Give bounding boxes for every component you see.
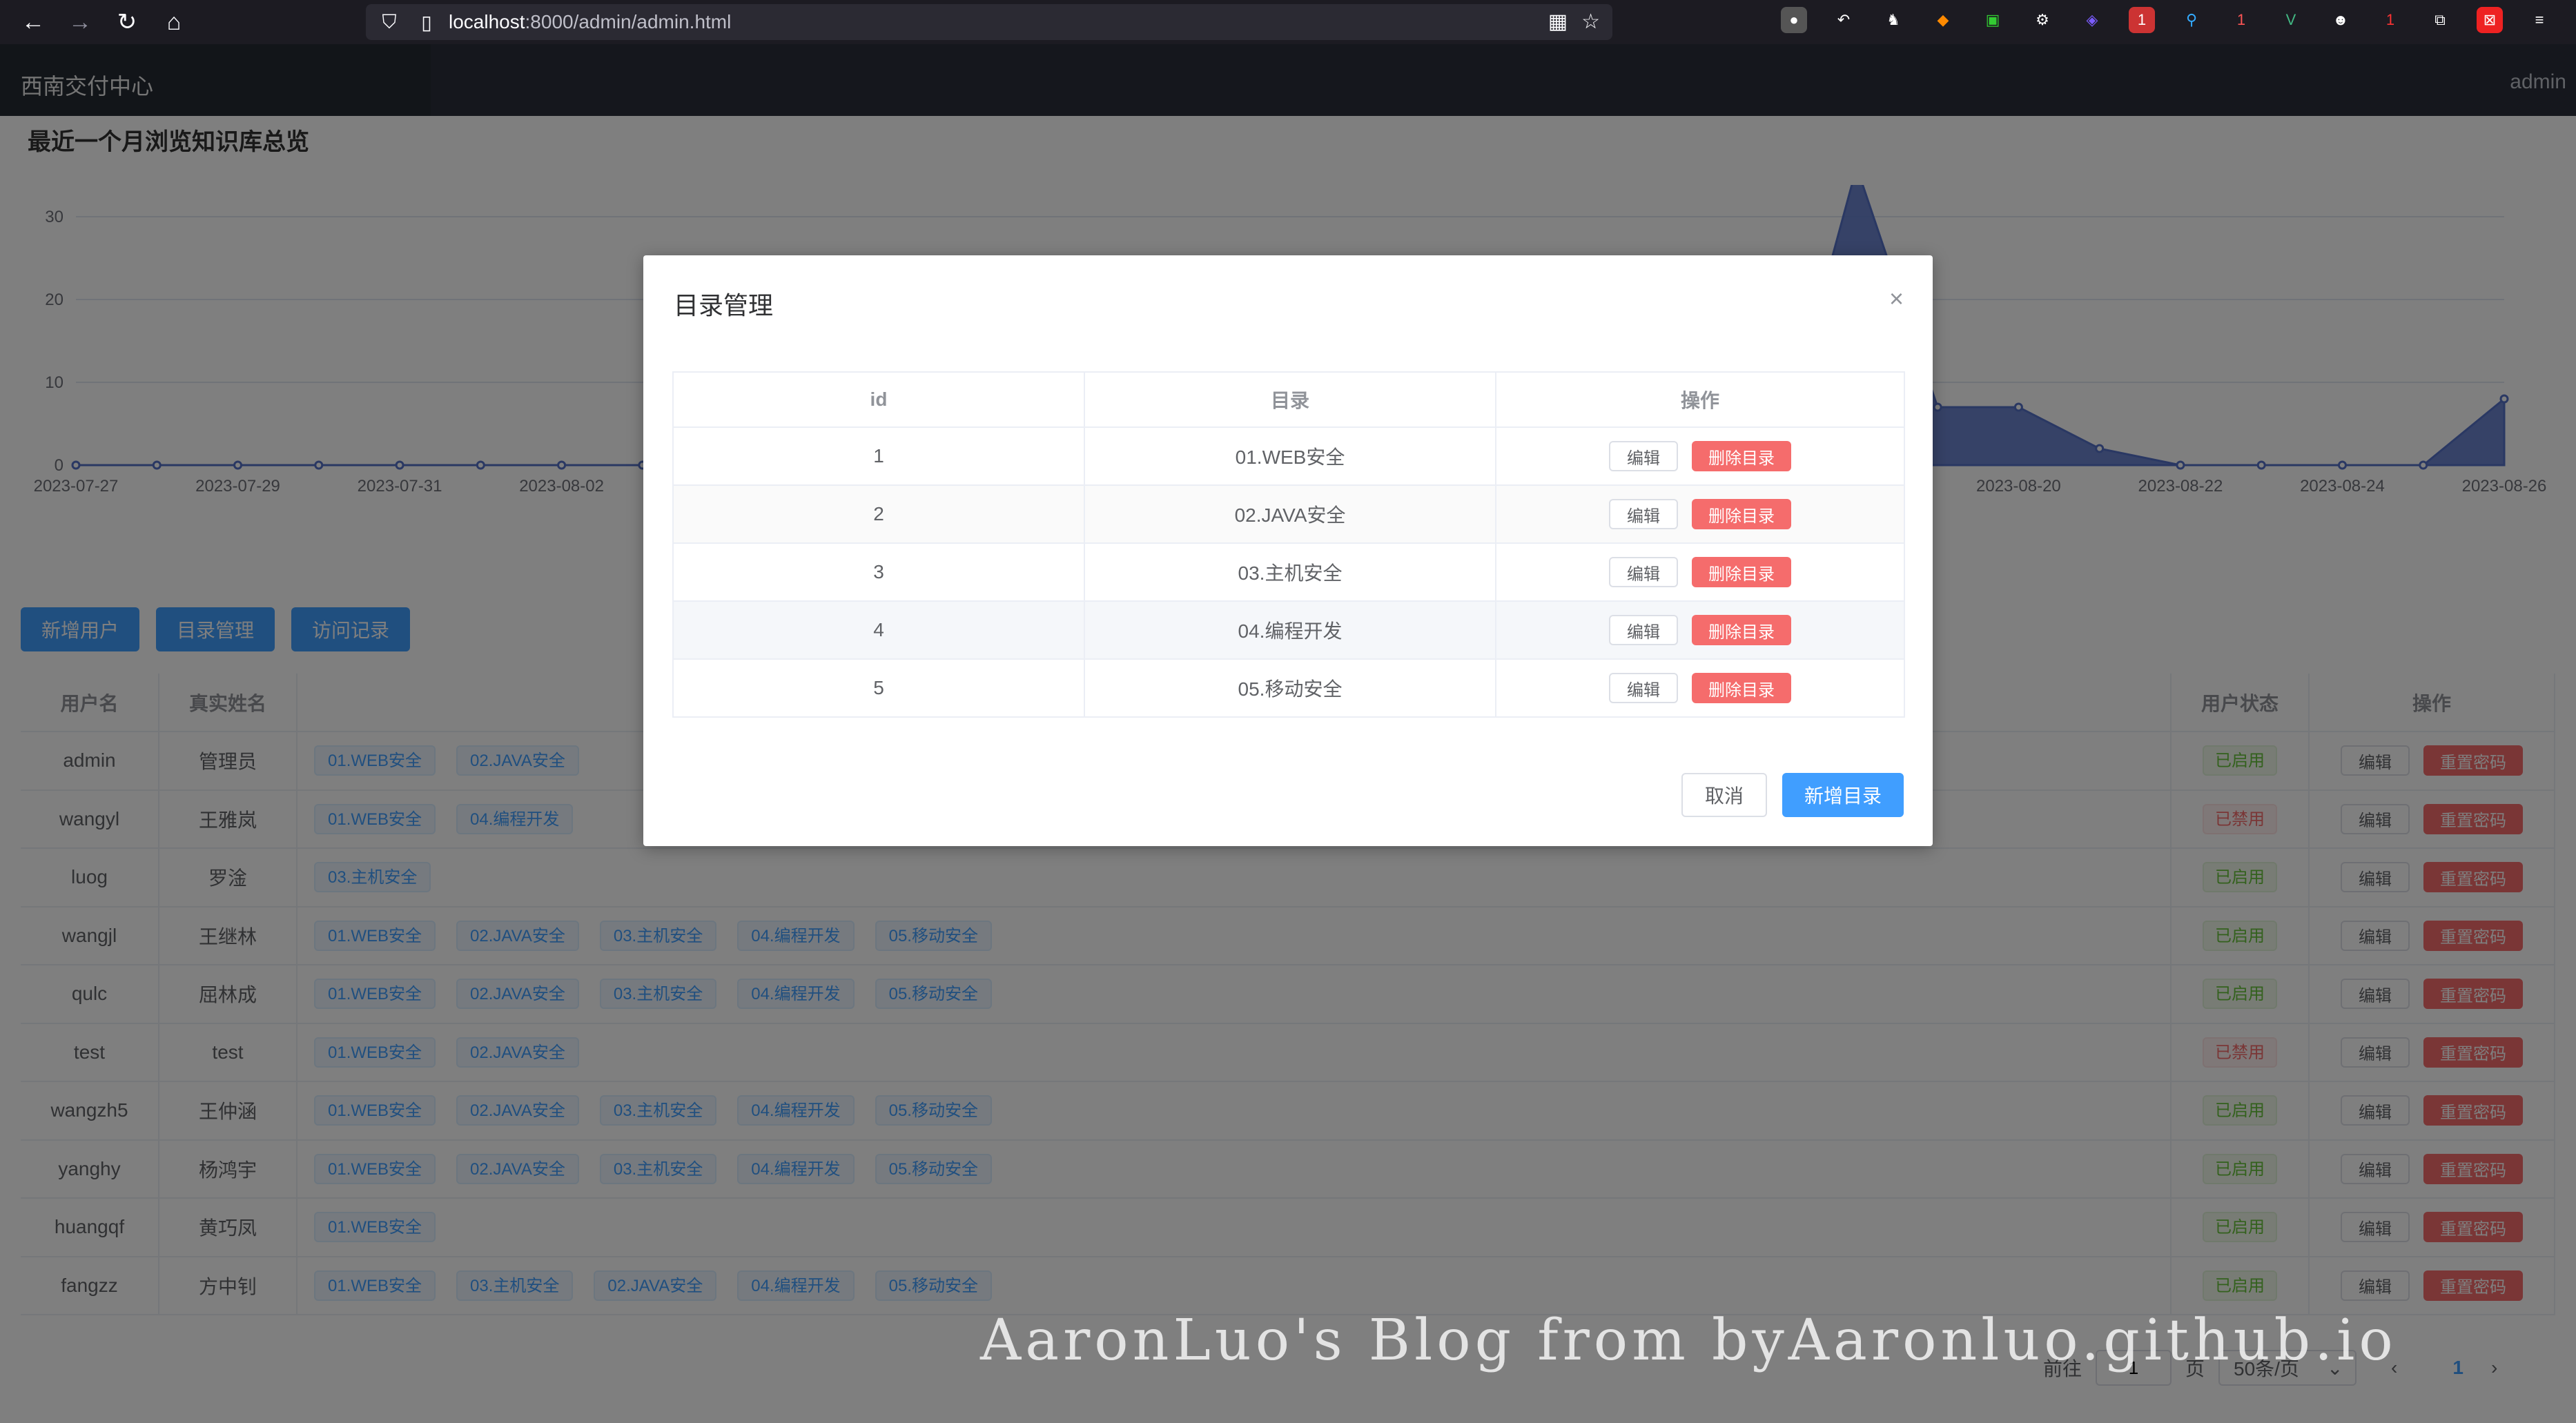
browser-toolbar: ← → ↻ ⌂ ⛉ ▯ localhost:8000/admin/admin.h… (0, 0, 2576, 44)
cell-dir-ops: 编辑 删除目录 (1495, 484, 1905, 544)
add-dir-button[interactable]: 新增目录 (1782, 773, 1904, 817)
extension-figure-icon[interactable]: ♞ (1880, 7, 1906, 33)
cell-dir-ops: 编辑 删除目录 (1495, 426, 1905, 486)
extension-vue-icon[interactable]: V (2278, 7, 2304, 33)
edit-dir-button[interactable]: 编辑 (1609, 557, 1678, 587)
cell-dir-id: 1 (672, 426, 1085, 486)
shield-icon[interactable]: ⛉ (375, 11, 403, 34)
close-icon[interactable]: × (1889, 284, 1904, 313)
edit-dir-button[interactable]: 编辑 (1609, 615, 1678, 645)
header-dir-ops: 操作 (1495, 371, 1905, 428)
dialog-title: 目录管理 (674, 291, 774, 320)
cell-dir-name: 05.移动安全 (1084, 658, 1496, 718)
edit-dir-button[interactable]: 编辑 (1609, 673, 1678, 703)
forward-arrow-icon[interactable]: → (66, 8, 94, 36)
extension-fox-icon[interactable]: ◆ (1930, 7, 1956, 33)
extension-badge-icon[interactable]: 1 (2377, 7, 2403, 33)
cell-dir-ops: 编辑 删除目录 (1495, 542, 1905, 602)
address-bar[interactable]: ⛉ ▯ localhost:8000/admin/admin.html ▦ ☆ (366, 4, 1612, 40)
cell-dir-name: 04.编程开发 (1084, 600, 1496, 660)
extension-pin-icon[interactable]: ⚲ (2178, 7, 2205, 33)
extension-a-icon[interactable]: ● (1781, 7, 1807, 33)
cancel-button[interactable]: 取消 (1681, 773, 1767, 817)
cell-dir-name: 03.主机安全 (1084, 542, 1496, 602)
bookmark-star-icon[interactable]: ☆ (1581, 10, 1600, 34)
dir-row: 5 05.移动安全 编辑 删除目录 (672, 658, 1905, 718)
extension-dot-icon[interactable]: 1 (2228, 7, 2254, 33)
page-icon[interactable]: ▯ (413, 11, 440, 34)
delete-dir-button[interactable]: 删除目录 (1692, 673, 1791, 703)
cell-dir-id: 4 (672, 600, 1085, 660)
header-id: id (672, 371, 1085, 428)
dir-row: 2 02.JAVA安全 编辑 删除目录 (672, 484, 1905, 544)
delete-dir-button[interactable]: 删除目录 (1692, 557, 1791, 587)
extension-face-icon[interactable]: ☻ (2328, 7, 2354, 33)
cell-dir-id: 5 (672, 658, 1085, 718)
url-path: :8000/admin/admin.html (525, 11, 732, 32)
extension-layers-icon[interactable]: ◈ (2079, 7, 2105, 33)
cell-dir-id: 3 (672, 542, 1085, 602)
header-dir: 目录 (1084, 371, 1496, 428)
extension-gear-icon[interactable]: ⚙ (2029, 7, 2056, 33)
watermark: AaronLuo's Blog from byAaronluo.github.i… (980, 1308, 2397, 1373)
qr-code-icon[interactable]: ▦ (1548, 10, 1568, 34)
cell-dir-name: 02.JAVA安全 (1084, 484, 1496, 544)
cell-dir-ops: 编辑 删除目录 (1495, 658, 1905, 718)
reload-icon[interactable]: ↻ (113, 8, 141, 36)
dir-row: 4 04.编程开发 编辑 删除目录 (672, 600, 1905, 660)
extension-lock-icon[interactable]: ⊠ (2477, 7, 2503, 33)
dir-manage-dialog: 目录管理 × id 目录 操作 1 01.WEB安全 编辑 删除目录 2 02.JAVA安… (643, 255, 1933, 846)
cell-dir-id: 2 (672, 484, 1085, 544)
back-arrow-icon[interactable]: ← (19, 8, 47, 36)
extensions-puzzle-icon[interactable]: ⧉ (2427, 7, 2453, 33)
menu-hamburger-icon[interactable]: ≡ (2526, 7, 2553, 33)
cell-dir-ops: 编辑 删除目录 (1495, 600, 1905, 660)
delete-dir-button[interactable]: 删除目录 (1692, 441, 1791, 471)
extensions-toolbar: ● ↶ ♞ ◆ ▣ ⚙ ◈ 1 ⚲ 1 V ☻ 1 ⧉ ⊠ ≡ (1781, 7, 2553, 33)
cell-dir-name: 01.WEB安全 (1084, 426, 1496, 486)
edit-dir-button[interactable]: 编辑 (1609, 499, 1678, 529)
extension-undo-icon[interactable]: ↶ (1831, 7, 1857, 33)
delete-dir-button[interactable]: 删除目录 (1692, 499, 1791, 529)
extension-red-icon[interactable]: 1 (2129, 7, 2155, 33)
edit-dir-button[interactable]: 编辑 (1609, 441, 1678, 471)
url-host: localhost (449, 11, 525, 32)
delete-dir-button[interactable]: 删除目录 (1692, 615, 1791, 645)
dir-row: 1 01.WEB安全 编辑 删除目录 (672, 426, 1905, 486)
dir-row: 3 03.主机安全 编辑 删除目录 (672, 542, 1905, 602)
extension-green-icon[interactable]: ▣ (1980, 7, 2006, 33)
dir-table: id 目录 操作 1 01.WEB安全 编辑 删除目录 2 02.JAVA安全 编辑 删除目录… (672, 371, 1905, 718)
home-icon[interactable]: ⌂ (160, 8, 188, 36)
